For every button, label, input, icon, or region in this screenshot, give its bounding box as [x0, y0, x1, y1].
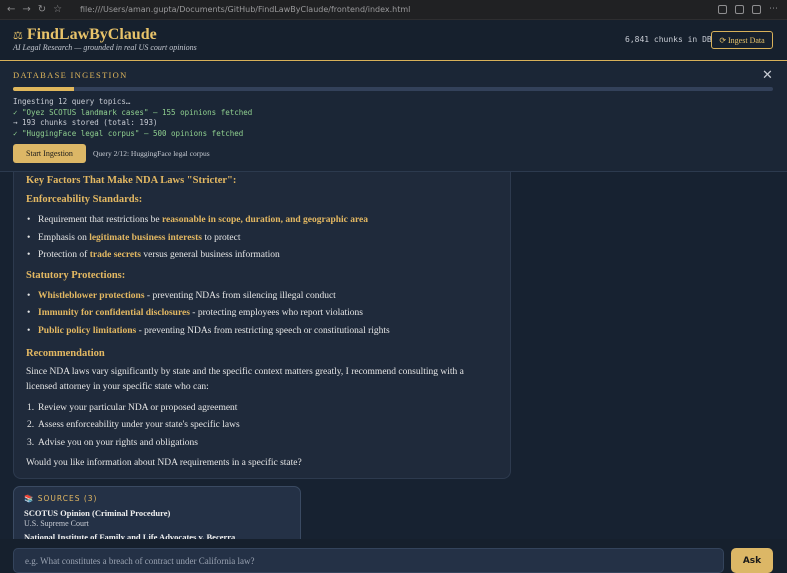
start-ingestion-button[interactable]: Start Ingestion — [13, 144, 86, 163]
list-item: 1. Review your particular NDA or proposed… — [27, 403, 238, 413]
recommendation-text: licensed attorney in your specific state… — [26, 382, 209, 392]
ingestion-panel: DATABASE INGESTION ✕ Ingesting 12 query … — [0, 62, 787, 172]
scale-icon: ⚖ — [13, 28, 23, 42]
browser-toolbar: ← → ↻ ☆ file:///Users/aman.gupta/Documen… — [0, 0, 787, 20]
question-input[interactable] — [13, 548, 724, 573]
closing-question: Would you like information about NDA req… — [26, 458, 302, 468]
sources-title: 📚 SOURCES (3) — [24, 494, 98, 503]
tab-icon[interactable] — [735, 5, 744, 14]
heading-statutory: Statutory Protections: — [26, 270, 126, 281]
recommendation-text: Since NDA laws vary significantly by sta… — [26, 367, 464, 377]
query-bar: Ask — [0, 539, 787, 573]
list-item: Immunity for confidential disclosures - … — [27, 308, 363, 318]
cast-icon[interactable] — [718, 5, 727, 14]
brand: ⚖ FindLawByClaude — [13, 26, 157, 44]
source-name[interactable]: SCOTUS Opinion (Criminal Procedure) — [24, 508, 170, 518]
list-item: Requirement that restrictions be reasona… — [27, 215, 368, 225]
sidebar-icon[interactable] — [752, 5, 761, 14]
list-item: Public policy limitations - preventing N… — [27, 326, 390, 336]
log-line: → 193 chunks stored (total: 193) — [13, 118, 158, 127]
more-icon[interactable]: ⋯ — [769, 5, 779, 14]
answer-card: Key Factors That Make NDA Laws "Stricter… — [13, 172, 511, 479]
close-icon[interactable]: ✕ — [762, 68, 773, 83]
app-tagline: AI Legal Research — grounded in real US … — [13, 43, 197, 52]
heading-recommendation: Recommendation — [26, 348, 105, 359]
chunk-count: 6,841 chunks in DB — [625, 35, 712, 44]
address-bar[interactable]: file:///Users/aman.gupta/Documents/GitHu… — [74, 5, 718, 14]
ask-button[interactable]: Ask — [731, 548, 773, 573]
heading-key-factors: Key Factors That Make NDA Laws "Stricter… — [26, 175, 237, 186]
list-item: 3. Advise you on your rights and obligati… — [27, 438, 198, 448]
ingestion-log: Ingesting 12 query topics… ✓ "Oyez SCOTU… — [13, 97, 252, 139]
log-line: ✓ "Oyez SCOTUS landmark cases" — 155 opi… — [13, 107, 253, 117]
list-item: Whistleblower protections - preventing N… — [27, 291, 336, 301]
progress-fill — [13, 87, 74, 91]
app-header: ⚖ FindLawByClaude AI Legal Research — gr… — [0, 20, 787, 61]
source-court: U.S. Supreme Court — [24, 519, 89, 528]
reload-icon[interactable]: ↻ — [38, 4, 46, 15]
browser-nav: ← → ↻ ☆ — [0, 4, 74, 15]
ingestion-title: DATABASE INGESTION — [13, 70, 128, 80]
ingestion-progress-bar — [13, 87, 773, 91]
ingest-data-button[interactable]: ⟳ Ingest Data — [711, 31, 773, 49]
heading-enforceability: Enforceability Standards: — [26, 194, 143, 205]
list-item: 2. Assess enforceability under your state… — [27, 420, 240, 430]
browser-tools: ⋯ — [718, 5, 787, 14]
app-title: FindLawByClaude — [26, 26, 157, 43]
back-arrow-icon[interactable]: ← — [7, 4, 15, 15]
star-icon[interactable]: ☆ — [53, 4, 62, 15]
forward-arrow-icon[interactable]: → — [22, 4, 30, 15]
list-item: Emphasis on legitimate business interest… — [27, 233, 241, 243]
sources-card[interactable]: 📚 SOURCES (3) SCOTUS Opinion (Criminal P… — [13, 486, 301, 546]
list-item: Protection of trade secrets versus gener… — [27, 250, 280, 260]
ingestion-status: Query 2/12: HuggingFace legal corpus — [93, 149, 210, 158]
log-line: ✓ "HuggingFace legal corpus" — 500 opini… — [13, 128, 244, 138]
log-line: Ingesting 12 query topics… — [13, 97, 131, 106]
